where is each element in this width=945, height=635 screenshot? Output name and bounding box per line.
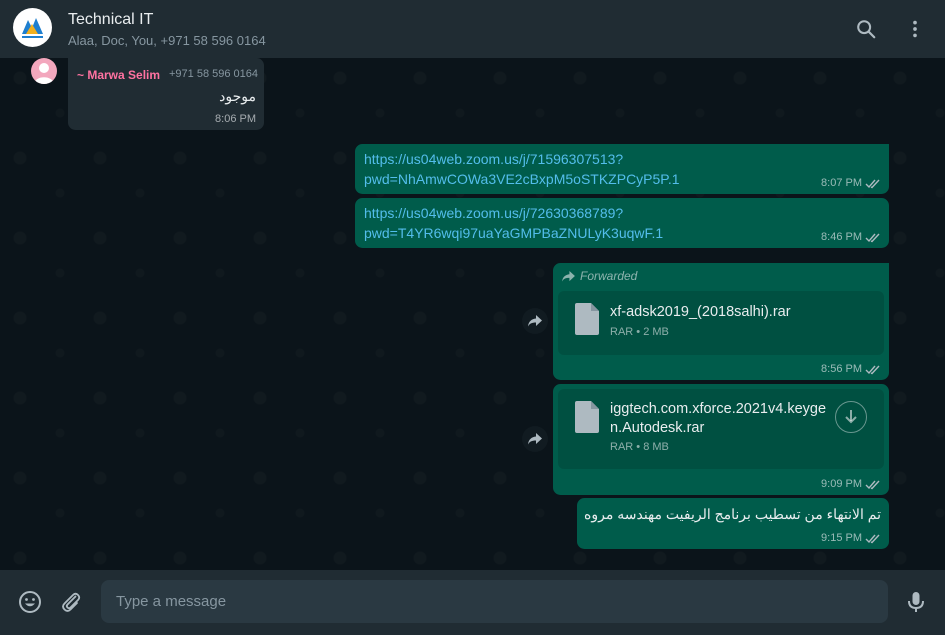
file-attachment[interactable]: iggtech.com.xforce.2021v4.keyge n.Autode…: [558, 389, 884, 469]
message-composer: [0, 570, 945, 635]
link-line[interactable]: https://us04web.zoom.us/j/72630368789?: [364, 203, 663, 223]
group-logo-icon: [13, 8, 52, 47]
forward-arrow-icon: [528, 315, 542, 327]
outgoing-message[interactable]: https://us04web.zoom.us/j/71596307513? p…: [355, 144, 889, 194]
double-check-icon: [865, 233, 880, 242]
download-arrow-icon: [845, 410, 857, 424]
sender-name[interactable]: ~ Marwa Selim: [77, 68, 160, 82]
link-line[interactable]: pwd=NhAmwCOWa3VE2cBxpM5oSTKZPCyP5P.1: [364, 169, 680, 189]
outgoing-file-message[interactable]: Forwarded xf-adsk2019_(2018salhi).rar RA…: [553, 263, 889, 380]
sender-avatar[interactable]: [31, 58, 57, 84]
message-meta: 9:15 PM: [821, 532, 881, 544]
kebab-menu-icon[interactable]: [904, 18, 926, 40]
document-icon: [575, 401, 599, 433]
file-name[interactable]: xf-adsk2019_(2018salhi).rar: [610, 303, 791, 322]
chat-participants[interactable]: Alaa, Doc, You, +971 58 596 0164: [68, 33, 266, 48]
message-link[interactable]: https://us04web.zoom.us/j/72630368789? p…: [364, 203, 663, 243]
file-name-line: n.Autodesk.rar: [610, 420, 705, 436]
outgoing-file-message[interactable]: iggtech.com.xforce.2021v4.keyge n.Autode…: [553, 384, 889, 495]
search-icon[interactable]: [855, 18, 877, 40]
emoji-icon[interactable]: [18, 590, 42, 614]
incoming-message[interactable]: ~ Marwa Selim +971 58 596 0164 موجود 8:0…: [68, 58, 264, 130]
document-icon: [575, 303, 599, 335]
message-time: 9:15 PM: [821, 532, 862, 544]
double-check-icon: [865, 365, 880, 374]
link-line[interactable]: pwd=T4YR6wqi97uaYaGMPBaZNULyK3uqwF.1: [364, 223, 663, 243]
forward-button[interactable]: [522, 426, 548, 452]
chat-title[interactable]: Technical IT: [68, 11, 153, 29]
sender-phone: +971 58 596 0164: [169, 68, 259, 80]
double-check-icon: [865, 480, 880, 489]
message-time: 8:07 PM: [821, 177, 862, 189]
forward-arrow-icon: [528, 433, 542, 445]
microphone-icon[interactable]: [904, 590, 928, 614]
message-time: 8:46 PM: [821, 231, 862, 243]
download-button[interactable]: [835, 401, 867, 433]
message-text: موجود: [219, 88, 256, 104]
forwarded-label: Forwarded: [580, 269, 638, 283]
message-meta: 8:56 PM: [821, 363, 881, 375]
file-info: RAR • 8 MB: [610, 441, 669, 453]
message-meta: 8:46 PM: [821, 231, 881, 243]
file-info: RAR • 2 MB: [610, 326, 669, 338]
file-name[interactable]: iggtech.com.xforce.2021v4.keyge n.Autode…: [610, 400, 826, 438]
group-avatar[interactable]: [13, 8, 52, 47]
message-input[interactable]: [101, 580, 888, 623]
link-line[interactable]: https://us04web.zoom.us/j/71596307513?: [364, 149, 680, 169]
message-meta: 9:09 PM: [821, 478, 881, 490]
message-meta: 8:06 PM: [215, 113, 256, 125]
message-time: 9:09 PM: [821, 478, 862, 490]
message-time: 8:56 PM: [821, 363, 862, 375]
file-attachment[interactable]: xf-adsk2019_(2018salhi).rar RAR • 2 MB: [558, 291, 884, 355]
outgoing-message[interactable]: تم الانتهاء من تسطيب برنامج الريفيت مهند…: [577, 498, 889, 549]
file-name-line: iggtech.com.xforce.2021v4.keyge: [610, 401, 827, 417]
chat-header: Technical IT Alaa, Doc, You, +971 58 596…: [0, 0, 945, 58]
paperclip-icon[interactable]: [59, 590, 83, 614]
message-list[interactable]: ~ Marwa Selim +971 58 596 0164 موجود 8:0…: [0, 58, 945, 570]
message-time: 8:06 PM: [215, 113, 256, 125]
forward-button[interactable]: [522, 308, 548, 334]
double-check-icon: [865, 179, 880, 188]
double-check-icon: [865, 534, 880, 543]
message-link[interactable]: https://us04web.zoom.us/j/71596307513? p…: [364, 149, 680, 189]
person-icon: [34, 63, 54, 84]
forwarded-indicator: Forwarded: [562, 269, 637, 283]
outgoing-message[interactable]: https://us04web.zoom.us/j/72630368789? p…: [355, 198, 889, 248]
message-meta: 8:07 PM: [821, 177, 881, 189]
message-text: تم الانتهاء من تسطيب برنامج الريفيت مهند…: [584, 506, 881, 522]
forwarded-icon: [562, 270, 575, 282]
